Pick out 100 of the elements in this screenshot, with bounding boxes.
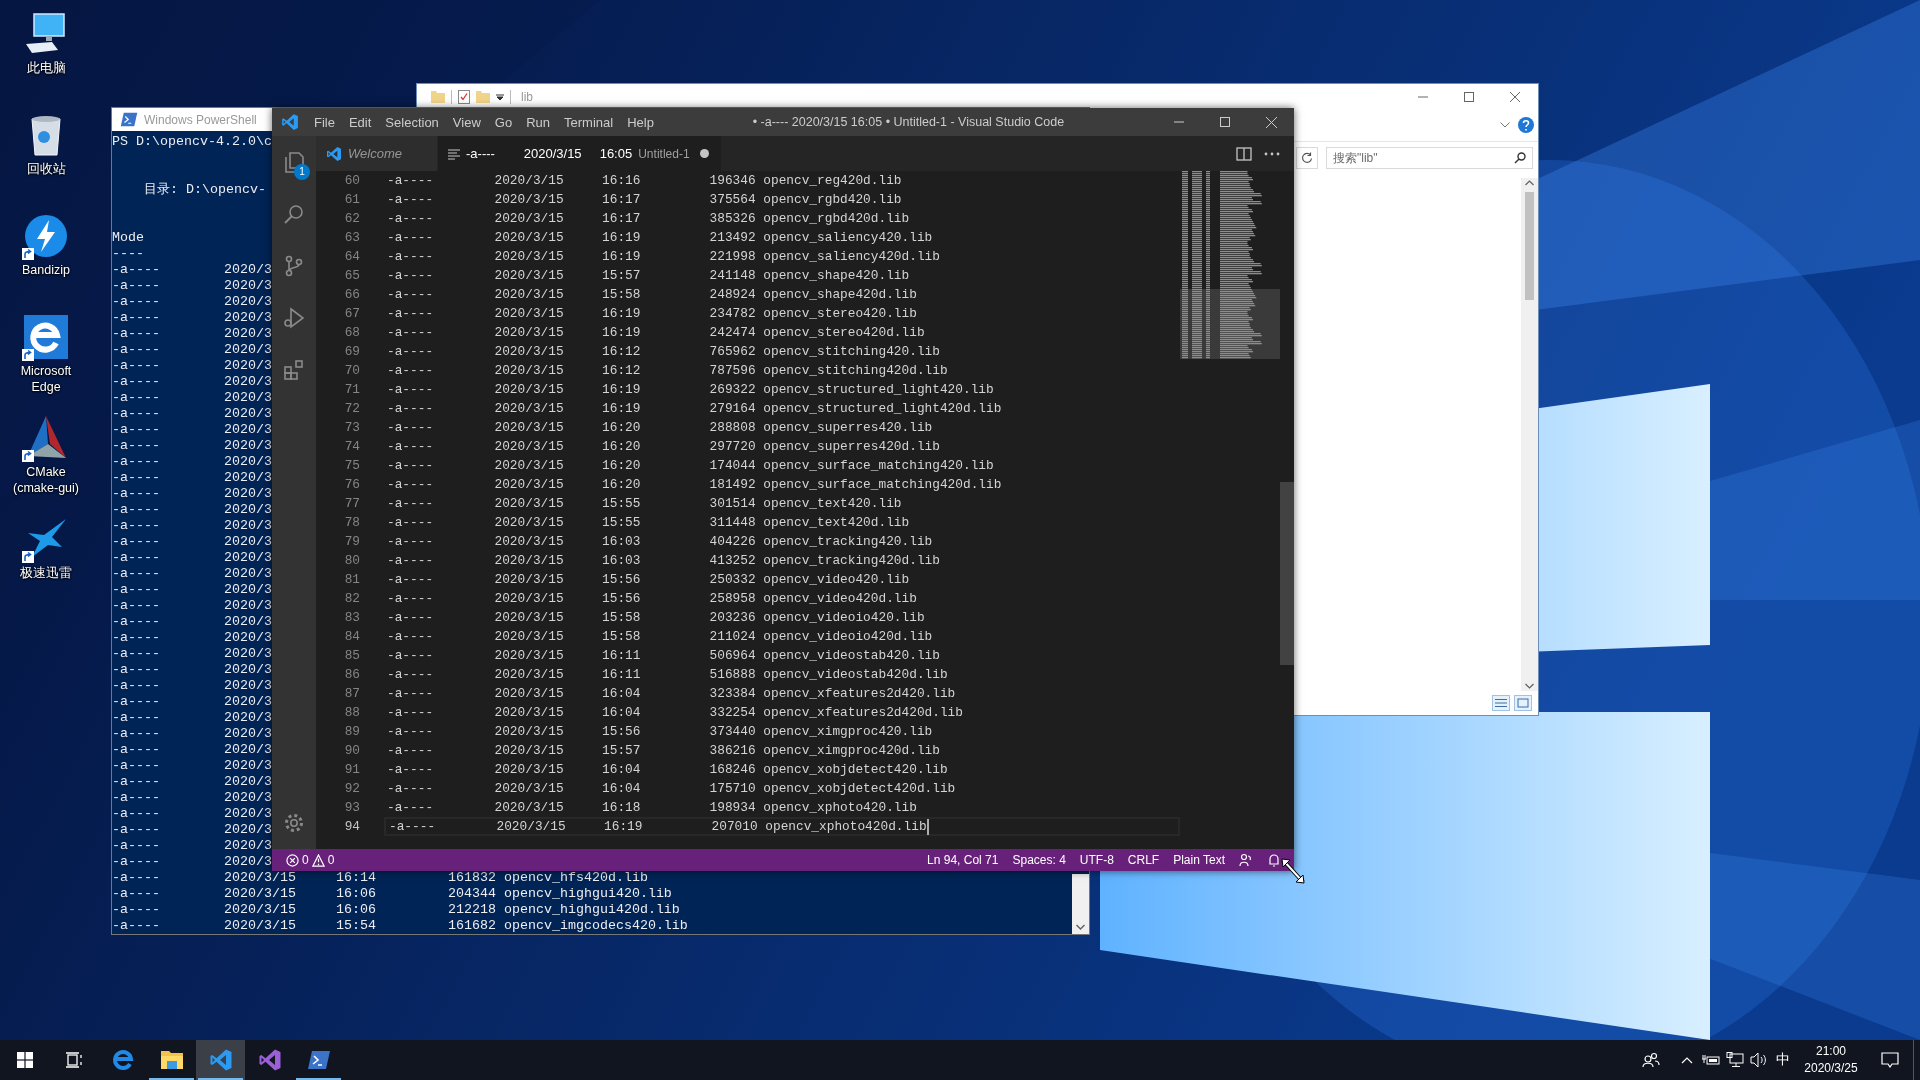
problems-button[interactable]: 0 0 — [279, 849, 342, 871]
people-icon[interactable] — [1642, 1052, 1660, 1068]
menu-item[interactable]: View — [445, 108, 488, 136]
window-title: Windows PowerShell — [144, 112, 257, 127]
speech-bubble-icon[interactable] — [1881, 1052, 1899, 1068]
count-badge: 1 — [294, 164, 310, 180]
input-method-indicator[interactable]: 中 — [1771, 1051, 1795, 1069]
extensions-icon[interactable] — [282, 358, 306, 382]
menu-item[interactable]: Edit — [341, 108, 379, 136]
dropdown-caret-icon[interactable] — [496, 92, 504, 101]
code-line: -a---- 2020/3/15 15:58 248924 opencv_shape420d.lib — [387, 287, 917, 302]
code-line: -a---- 2020/3/15 16:12 787596 opencv_stitching420d.lib — [387, 363, 948, 378]
status-item[interactable]: Spaces: 4 — [1005, 849, 1073, 871]
terminal-icon — [306, 1050, 331, 1070]
console-line: -a---- 2020/3 — [112, 374, 272, 390]
code-line: -a---- 2020/3/15 16:12 765962 opencv_stitching420.lib — [387, 344, 940, 359]
desktop-icon-label[interactable]: CMake (cmake-gui) — [10, 464, 82, 496]
settings-icon[interactable] — [282, 811, 306, 835]
console-line: -a---- 2020/3 — [112, 678, 272, 694]
editor-tab[interactable]: -a---- 2020/3/15 16:05 Untitled-1 — [438, 136, 722, 171]
volume-icon[interactable] — [1750, 1052, 1768, 1068]
line-number: 87 — [343, 686, 360, 701]
console-line: -a---- 2020/3/15 16:06 212218 opencv_highgui420d.lib — [112, 902, 680, 918]
battery-icon[interactable] — [1702, 1054, 1720, 1066]
e-logo-icon[interactable] — [22, 313, 70, 361]
console-line: -a---- 2020/3 — [112, 774, 272, 790]
search-field[interactable]: 搜索"lib" — [1326, 147, 1533, 169]
console-line: -a---- 2020/3 — [112, 502, 272, 518]
code-line: -a---- 2020/3/15 16:04 168246 opencv_xobjdetect420.lib — [387, 762, 948, 777]
code-line: -a---- 2020/3/15 15:57 241148 opencv_shape420.lib — [387, 268, 910, 283]
line-number: 90 — [343, 743, 360, 758]
menu-item[interactable]: Selection — [378, 108, 446, 136]
desktop-icon-label[interactable]: 此电脑 — [10, 60, 82, 76]
scrollbar-thumb[interactable] — [1525, 192, 1534, 300]
console-line: -a---- 2020/3 — [112, 518, 272, 534]
refresh-icon[interactable] — [1301, 152, 1313, 164]
console-line: -a---- 2020/3 — [112, 550, 272, 566]
chevron-down-icon[interactable] — [1500, 122, 1510, 128]
scrollbar-thumb[interactable] — [1280, 482, 1294, 665]
code-line: -a---- 2020/3/15 16:19 207010 opencv_xphoto420d.lib — [389, 818, 929, 835]
desktop-icon-label[interactable]: 极速迅雷 — [10, 565, 82, 581]
menu-item[interactable]: File — [307, 108, 342, 136]
code-line: -a---- 2020/3/15 16:03 413252 opencv_tracking420d.lib — [387, 553, 940, 568]
bell-icon[interactable] — [1267, 853, 1281, 867]
line-number: 67 — [343, 306, 360, 321]
more-actions-icon[interactable] — [1264, 151, 1280, 156]
status-item[interactable]: CRLF — [1120, 849, 1167, 871]
line-number: 71 — [343, 382, 360, 397]
code-line: -a---- 2020/3/15 16:04 175710 opencv_xobjdetect420d.lib — [387, 781, 956, 796]
maximize-icon[interactable] — [1464, 91, 1474, 102]
scrollbar[interactable] — [1072, 874, 1089, 934]
search-icon[interactable] — [1514, 152, 1526, 164]
code-line: -a---- 2020/3/15 16:04 332254 opencv_xfeatures2d420d.lib — [387, 705, 963, 720]
code-line: -a---- 2020/3/15 15:58 211024 opencv_videoio420d.lib — [387, 629, 933, 644]
console-line: -a---- 2020/3 — [112, 630, 272, 646]
code-line: -a---- 2020/3/15 16:19 279164 opencv_structured_light420d.lib — [387, 401, 1002, 416]
unsaved-dot-icon[interactable] — [699, 149, 709, 158]
person-icon[interactable] — [1239, 853, 1253, 867]
code-line: -a---- 2020/3/15 15:55 311448 opencv_text420d.lib — [387, 515, 910, 530]
console-line: -a---- 2020/3 — [112, 662, 272, 678]
chevron-up-icon[interactable] — [1681, 1056, 1693, 1064]
status-item[interactable]: Plain Text — [1166, 849, 1232, 871]
console-line: -a---- 2020/3 — [112, 646, 272, 662]
menu-item[interactable]: Run — [519, 108, 557, 136]
menu-item[interactable]: Go — [487, 108, 520, 136]
e-logo-icon — [110, 1048, 135, 1072]
menu-item[interactable]: Help — [620, 108, 661, 136]
minimap-drawing[interactable] — [1180, 171, 1280, 359]
line-number: 76 — [343, 477, 360, 492]
refresh-button[interactable] — [1296, 147, 1318, 169]
console-line: -a---- 2020/3 — [112, 598, 272, 614]
close-icon[interactable] — [1510, 91, 1520, 102]
menu-item[interactable]: Terminal — [557, 108, 621, 136]
line-number: 74 — [343, 439, 360, 454]
help-icon[interactable] — [1518, 117, 1534, 133]
desktop-icon-label[interactable]: 回收站 — [10, 161, 82, 177]
properties-icon[interactable] — [458, 89, 470, 104]
status-item[interactable]: UTF-8 — [1072, 849, 1121, 871]
console-line: -a---- 2020/3 — [112, 566, 272, 582]
console-line: -a---- 2020/3 — [112, 262, 272, 278]
status-item[interactable]: Ln 94, Col 71 — [920, 849, 1006, 871]
run-debug-icon[interactable] — [282, 306, 306, 330]
line-number: 94 — [343, 819, 360, 834]
ribbon-logo-icon — [208, 1048, 233, 1072]
line-number: 70 — [343, 363, 360, 378]
clock[interactable]: 21:00 2020/3/25 — [1795, 1043, 1867, 1077]
network-icon[interactable] — [1726, 1052, 1744, 1068]
code-line: -a---- 2020/3/15 16:20 288808 opencv_superres420.lib — [387, 420, 933, 435]
files-icon[interactable] — [282, 150, 306, 174]
resize-cursor-icon — [1280, 857, 1306, 885]
split-editor-icon[interactable] — [1236, 146, 1252, 161]
editor-tab[interactable]: Welcome — [316, 136, 438, 171]
scrollbar[interactable] — [1521, 178, 1538, 691]
code-line: -a---- 2020/3/15 16:19 269322 opencv_structured_light420.lib — [387, 382, 994, 397]
console-line: -a---- 2020/3 — [112, 390, 272, 406]
console-line: -a---- 2020/3 — [112, 294, 272, 310]
lightning-icon[interactable] — [22, 212, 70, 260]
desktop-icon-label[interactable]: Bandizip — [10, 262, 82, 278]
line-number: 64 — [343, 249, 360, 264]
desktop-icon-label[interactable]: Microsoft Edge — [10, 363, 82, 395]
